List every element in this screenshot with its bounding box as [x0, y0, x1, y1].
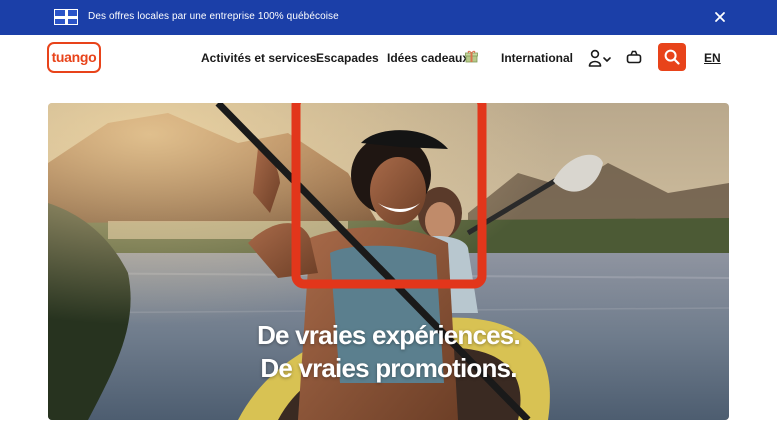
nav-international[interactable]: International [501, 51, 573, 65]
nav-activities[interactable]: Activités et services [201, 51, 316, 65]
hero-banner[interactable]: De vraies expériences. De vraies promoti… [48, 103, 729, 420]
basket-icon[interactable] [626, 50, 642, 69]
site-header: tuango Activités et services Escapades I… [0, 35, 777, 83]
gift-icon [465, 50, 478, 63]
language-switch[interactable]: EN [704, 51, 721, 65]
search-button[interactable] [658, 43, 686, 71]
nav-getaways[interactable]: Escapades [316, 51, 379, 65]
search-icon [664, 49, 680, 65]
hero-headline-line1: De vraies expériences. [257, 320, 521, 350]
top-banner: Des offres locales par une entreprise 10… [0, 0, 777, 35]
tuango-logo[interactable]: tuango [47, 42, 101, 73]
user-icon[interactable] [588, 49, 612, 72]
banner-text: Des offres locales par une entreprise 10… [88, 11, 339, 22]
quebec-flag-icon [54, 9, 78, 25]
hero-headline-line2: De vraies promotions. [260, 353, 517, 383]
nav-gift-ideas[interactable]: Idées cadeaux [387, 51, 469, 65]
close-icon[interactable] [713, 10, 727, 24]
